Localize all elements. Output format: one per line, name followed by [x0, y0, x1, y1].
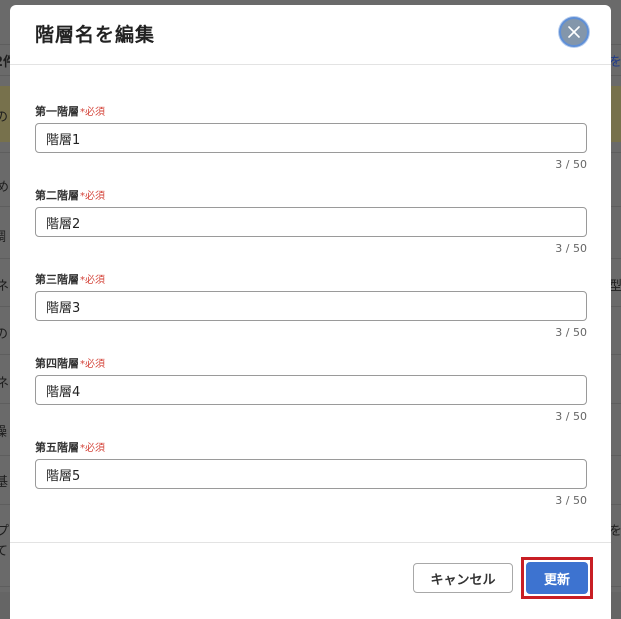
field-level-3: 第三階層*必須 3 / 50 [35, 271, 587, 355]
level-1-input[interactable] [35, 123, 587, 153]
close-icon [568, 26, 580, 38]
dialog-title: 階層名を編集 [35, 24, 156, 46]
dialog-body: 第一階層*必須 3 / 50 第二階層*必須 3 / 50 第三階層*必須 3 … [10, 65, 611, 541]
required-badge: *必須 [80, 443, 105, 454]
level-5-input[interactable] [35, 459, 587, 489]
required-badge: *必須 [80, 359, 105, 370]
dialog-header: 階層名を編集 [10, 5, 611, 65]
level-2-input[interactable] [35, 207, 587, 237]
required-badge: *必須 [80, 275, 105, 286]
char-counter: 3 / 50 [555, 494, 587, 507]
required-badge: *必須 [80, 107, 105, 118]
background-text: の [0, 110, 9, 125]
background-text: て [0, 544, 9, 559]
background-text: ネ [0, 376, 10, 391]
close-button[interactable] [559, 17, 589, 47]
field-label: 第三階層 [35, 273, 79, 286]
char-counter: 3 / 50 [555, 326, 587, 339]
field-level-1: 第一階層*必須 3 / 50 [35, 103, 587, 187]
field-level-2: 第二階層*必須 3 / 50 [35, 187, 587, 271]
field-level-5: 第五階層*必須 3 / 50 [35, 439, 587, 523]
field-label-row: 第二階層*必須 [35, 187, 105, 203]
char-counter: 3 / 50 [555, 242, 587, 255]
background-text: め [0, 180, 10, 195]
background-text: ネ [0, 279, 10, 294]
field-label-row: 第三階層*必須 [35, 271, 105, 287]
dialog-footer: キャンセル 更新 [10, 542, 611, 619]
level-4-input[interactable] [35, 375, 587, 405]
field-label: 第四階層 [35, 357, 79, 370]
field-level-4: 第四階層*必須 3 / 50 [35, 355, 587, 439]
field-label-row: 第五階層*必須 [35, 439, 105, 455]
background-text: の [0, 327, 9, 342]
char-counter: 3 / 50 [555, 410, 587, 423]
edit-hierarchy-dialog: 階層名を編集 第一階層*必須 3 / 50 第二階層*必須 3 / 50 [10, 5, 611, 619]
required-badge: *必須 [80, 191, 105, 202]
field-label: 第五階層 [35, 441, 79, 454]
background-text: 調 [0, 226, 6, 245]
field-label-row: 第一階層*必須 [35, 103, 105, 119]
field-label: 第二階層 [35, 189, 79, 202]
cancel-button[interactable]: キャンセル [413, 563, 513, 593]
field-label: 第一階層 [35, 105, 79, 118]
char-counter: 3 / 50 [555, 158, 587, 171]
field-label-row: 第四階層*必須 [35, 355, 105, 371]
background-text: 基 [0, 475, 9, 490]
level-3-input[interactable] [35, 291, 587, 321]
background-text: 操 [0, 425, 8, 440]
background-text: プ [0, 524, 10, 539]
update-button[interactable]: 更新 [526, 562, 588, 594]
